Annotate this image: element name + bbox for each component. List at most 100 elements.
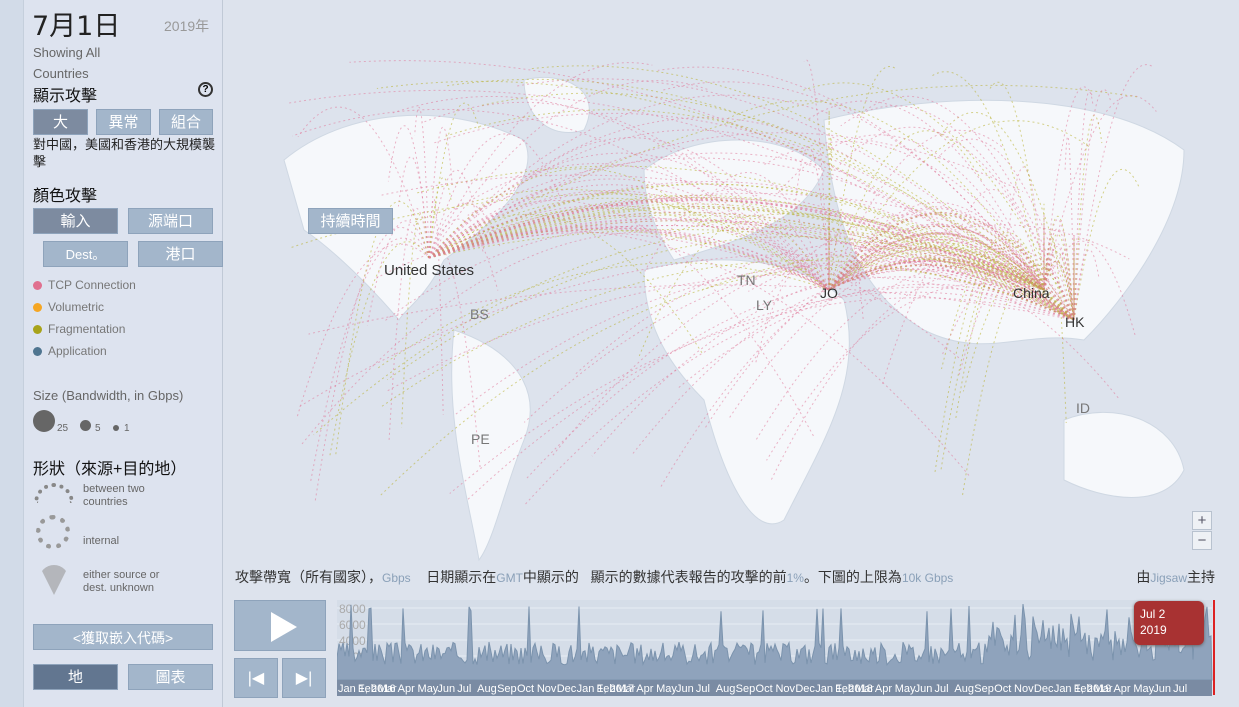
label-bs[interactable]: BS <box>470 306 489 322</box>
attack-combined-button[interactable]: 組合 <box>159 109 213 135</box>
host-credit: 由Jigsaw主持 <box>1136 569 1215 585</box>
month-label: Nov <box>1014 683 1034 695</box>
month-label: May <box>1133 683 1154 695</box>
month-label: Jun <box>915 683 933 695</box>
play-button[interactable] <box>234 600 326 651</box>
month-label: Oct <box>517 683 534 695</box>
month-label: Dec <box>795 683 815 695</box>
color-dest-button[interactable]: Dest。 <box>43 241 128 267</box>
month-label: Jun <box>437 683 455 695</box>
label-hk[interactable]: HK <box>1065 314 1084 330</box>
label-ly[interactable]: LY <box>756 297 772 313</box>
month-label: Jul <box>1173 683 1187 695</box>
legend-volumetric: Volumetric <box>48 300 105 314</box>
month-label: Dec <box>557 683 577 695</box>
attack-map[interactable]: United States BS PE TN LY JO China HK ID… <box>224 0 1239 565</box>
color-inbound-button[interactable]: 輸入 <box>33 208 118 234</box>
month-label: Aug <box>954 683 974 695</box>
land <box>283 76 1185 562</box>
current-date: 7月1日 <box>32 11 121 42</box>
month-label: Feb <box>358 683 377 695</box>
volumetric-dot-icon <box>33 303 42 312</box>
color-port-button[interactable]: 港口 <box>138 241 223 267</box>
month-label: Feb <box>835 683 854 695</box>
legend-tcp: TCP Connection <box>48 278 136 292</box>
date-tooltip: Jul 2 2019 <box>1134 601 1204 645</box>
size-5-icon <box>80 420 91 431</box>
size-1-icon <box>113 425 119 431</box>
color-duration-button[interactable]: 持續時間 <box>308 208 393 234</box>
month-label: Mar <box>855 683 874 695</box>
month-label: Mar <box>1094 683 1113 695</box>
y-tick: 8000 <box>339 602 366 616</box>
size-5-label: 5 <box>95 423 101 434</box>
legend-application: Application <box>48 344 107 358</box>
attack-description: 對中國，美國和香港的大規模襲擊 <box>33 137 216 169</box>
bandwidth-timeline[interactable]: 8000600040002000Jan 1, 2016FebMarAprMayJ… <box>337 600 1217 700</box>
skip-forward-icon: ▶| <box>295 670 313 687</box>
month-label: Mar <box>616 683 635 695</box>
left-edge <box>0 0 24 707</box>
month-label: Mar <box>378 683 397 695</box>
control-panel: 7月1日 2019年 Showing All Countries 顯示攻擊 ? … <box>24 0 223 707</box>
label-id[interactable]: ID <box>1076 400 1090 416</box>
showing-label: Showing All Countries <box>33 45 101 81</box>
map-view-button[interactable]: 地 <box>33 664 118 690</box>
jigsaw-link[interactable]: Jigsaw <box>1150 571 1187 585</box>
timeline-section: 攻擊帶寬（所有國家），Gbps 日期顯示在GMT中顯示的 顯示的數據代表報告的攻… <box>224 565 1239 707</box>
play-icon <box>271 612 297 642</box>
show-attacks-heading: 顯示攻擊 <box>33 88 98 105</box>
size-25-icon <box>33 410 55 432</box>
month-label: Jun <box>1153 683 1171 695</box>
current-time-marker[interactable] <box>1213 600 1215 695</box>
month-label: Apr <box>1113 683 1130 695</box>
month-label: Nov <box>775 683 795 695</box>
month-label: Apr <box>398 683 415 695</box>
month-label: Apr <box>875 683 892 695</box>
help-icon[interactable]: ? <box>198 82 213 97</box>
month-label: Oct <box>994 683 1011 695</box>
application-dot-icon <box>33 347 42 356</box>
zoom-out-button[interactable]: − <box>1192 531 1212 550</box>
color-attacks-heading: 顏色攻擊 <box>33 188 98 205</box>
month-label: Sep <box>736 683 756 695</box>
label-jo[interactable]: JO <box>820 285 838 301</box>
zoom-in-button[interactable]: + <box>1192 511 1212 530</box>
month-label: May <box>418 683 439 695</box>
skip-back-icon: |◀ <box>247 670 265 687</box>
fragmentation-dot-icon <box>33 325 42 334</box>
embed-code-button[interactable]: <獲取嵌入代碼> <box>33 624 213 650</box>
month-label: Dec <box>1034 683 1054 695</box>
step-forward-button[interactable]: ▶| <box>282 658 326 698</box>
month-label: Aug <box>716 683 736 695</box>
australia <box>1063 411 1185 498</box>
south-america <box>451 329 531 562</box>
shape-heading: 形狀（來源+目的地） <box>33 461 187 478</box>
arc-shape-icon <box>34 483 74 503</box>
size-25-label: 25 <box>57 423 69 434</box>
size-1-label: 1 <box>124 423 130 434</box>
label-united-states[interactable]: United States <box>384 262 474 279</box>
month-label: Jul <box>935 683 949 695</box>
tcp-dot-icon <box>33 281 42 290</box>
month-label: Apr <box>636 683 653 695</box>
attack-large-button[interactable]: 大 <box>33 109 88 135</box>
step-back-button[interactable]: |◀ <box>234 658 278 698</box>
label-tn[interactable]: TN <box>737 272 756 288</box>
shape-between: between two countries <box>83 483 145 508</box>
color-source-port-button[interactable]: 源端口 <box>128 208 213 234</box>
month-label: Oct <box>756 683 773 695</box>
chart-view-button[interactable]: 圖表 <box>128 664 213 690</box>
funnel-shape-icon <box>39 565 69 595</box>
shape-internal: internal <box>83 535 120 547</box>
attack-unusual-button[interactable]: 異常 <box>96 109 151 135</box>
label-pe[interactable]: PE <box>471 431 490 447</box>
timeline-caption: 攻擊帶寬（所有國家），Gbps 日期顯示在GMT中顯示的 顯示的數據代表報告的攻… <box>235 569 954 585</box>
legend-fragmentation: Fragmentation <box>48 322 126 336</box>
africa <box>643 259 850 525</box>
month-label: Feb <box>1074 683 1093 695</box>
circle-shape-icon <box>36 515 70 549</box>
shape-unknown: either source or dest. unknown <box>83 569 160 594</box>
month-label: May <box>656 683 677 695</box>
label-china[interactable]: China <box>1013 285 1050 301</box>
